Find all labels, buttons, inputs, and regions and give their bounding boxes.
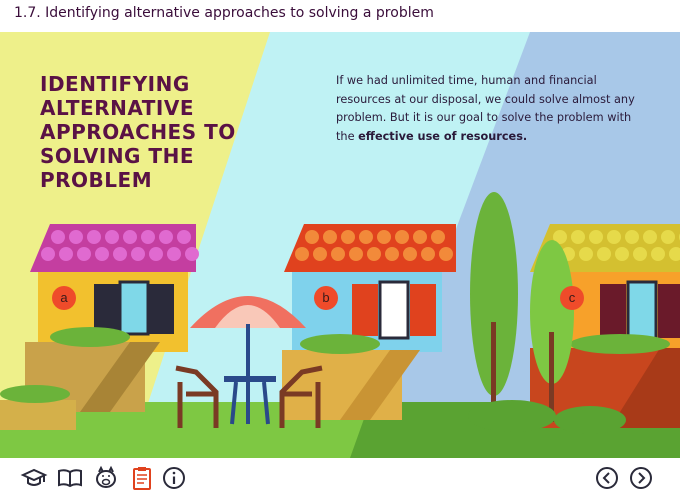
piggy-bank-icon[interactable] bbox=[92, 464, 120, 492]
clipboard-icon[interactable] bbox=[128, 464, 156, 492]
previous-arrow-icon[interactable] bbox=[593, 464, 621, 492]
illustration-stage: IDENTIFYING ALTERNATIVE APPROACHES TO SO… bbox=[0, 32, 680, 458]
bottom-toolbar bbox=[0, 458, 680, 498]
info-icon[interactable] bbox=[160, 464, 188, 492]
open-book-icon[interactable] bbox=[56, 464, 84, 492]
intro-paragraph: If we had unlimited time, human and fina… bbox=[336, 72, 636, 146]
next-arrow-icon[interactable] bbox=[627, 464, 655, 492]
intro-bold-text: effective use of resources. bbox=[358, 129, 528, 143]
page-title: 1.7. Identifying alternative approaches … bbox=[14, 5, 434, 21]
option-marker-b[interactable]: b bbox=[314, 286, 338, 310]
option-marker-c[interactable]: c bbox=[560, 286, 584, 310]
top-bar: 1.7. Identifying alternative approaches … bbox=[0, 0, 680, 32]
graduation-cap-icon[interactable] bbox=[20, 464, 48, 492]
section-heading: IDENTIFYING ALTERNATIVE APPROACHES TO SO… bbox=[40, 72, 236, 192]
option-marker-a[interactable]: a bbox=[52, 286, 76, 310]
